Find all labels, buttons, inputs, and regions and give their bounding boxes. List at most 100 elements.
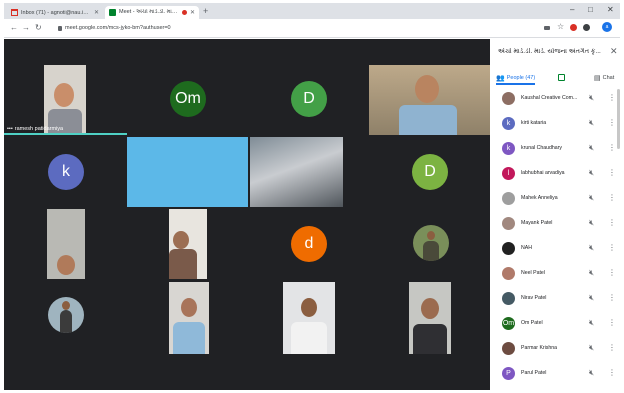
mic-off-icon[interactable]: 🔇︎	[589, 318, 594, 328]
list-item[interactable]: Mayank Patel 🔇︎ ⋮	[490, 212, 620, 237]
maximize-icon[interactable]: □	[588, 5, 593, 14]
participant-body	[423, 241, 439, 261]
list-item[interactable]: Neel Patel 🔇︎ ⋮	[490, 262, 620, 287]
video-tile[interactable]	[127, 282, 248, 354]
active-tab-underline	[496, 83, 536, 85]
video-tile[interactable]	[369, 282, 490, 354]
tab-strip: Inbox (71) - agnoti@nau.in - Ko ✕ Meet -…	[4, 3, 620, 19]
more-options-icon[interactable]: ⋮	[608, 193, 616, 202]
tab-meet[interactable]: Meet - એચો માર્ડ.ડી. માર્ડ. ય ✕	[105, 6, 199, 19]
close-tab-icon[interactable]: ✕	[190, 9, 195, 16]
profile-avatar[interactable]: a	[602, 22, 612, 32]
tab-chat[interactable]: ▤ Chat	[594, 71, 614, 84]
video-tile[interactable]	[248, 137, 369, 207]
participant-face	[173, 231, 189, 249]
more-options-icon[interactable]: ⋮	[608, 168, 616, 177]
participant-avatar: D	[412, 154, 448, 190]
video-tile[interactable]: D	[369, 137, 490, 207]
video-tile[interactable]	[248, 282, 369, 354]
mic-off-icon[interactable]: 🔇︎	[589, 368, 594, 378]
tab-title: Inbox (71) - agnoti@nau.in - Ko	[21, 9, 91, 16]
participant-avatar: k	[48, 154, 84, 190]
list-item[interactable]: k krunal Chaudhary 🔇︎ ⋮	[490, 137, 620, 162]
video-frame	[369, 65, 490, 135]
more-options-icon[interactable]: ⋮	[608, 93, 616, 102]
close-window-icon[interactable]: ✕	[607, 5, 614, 14]
video-tile[interactable]: D	[248, 65, 369, 135]
mic-off-icon[interactable]: 🔇︎	[589, 93, 594, 103]
more-options-icon[interactable]: ⋮	[608, 218, 616, 227]
video-tile[interactable]: d	[248, 209, 369, 279]
list-item[interactable]: k kirti kataria 🔇︎ ⋮	[490, 112, 620, 137]
more-options-icon[interactable]: ⋮	[608, 118, 616, 127]
more-options-icon[interactable]: ⋮	[608, 343, 616, 352]
list-item[interactable]: Parmar Krishna 🔇︎ ⋮	[490, 337, 620, 362]
participant-name: labhubhai arvadiya	[521, 170, 565, 176]
video-tile[interactable]	[369, 209, 490, 279]
reload-icon[interactable]: ↻	[35, 23, 42, 32]
browser-toolbar: ← → ↻ meet.google.com/mcs-jyko-bm?authus…	[4, 19, 620, 38]
video-tile[interactable]	[369, 65, 490, 135]
close-icon[interactable]: ✕	[610, 46, 618, 57]
more-options-icon[interactable]: ⋮	[608, 143, 616, 152]
participant-face	[57, 255, 75, 275]
back-icon[interactable]: ←	[10, 23, 18, 32]
participant-name: kirti kataria	[521, 120, 547, 126]
tab-people[interactable]: 👥 People (47)	[496, 71, 536, 85]
forward-icon[interactable]: →	[22, 23, 30, 32]
list-item[interactable]: Mahek Anneliya 🔇︎ ⋮	[490, 187, 620, 212]
participant-face	[427, 231, 435, 240]
list-item[interactable]: NAH 🔇︎ ⋮	[490, 237, 620, 262]
mic-off-icon[interactable]: 🔇︎	[589, 143, 594, 153]
mic-off-icon[interactable]: 🔇︎	[589, 218, 594, 228]
mic-off-icon[interactable]: 🔇︎	[589, 168, 594, 178]
list-item[interactable]: Om Om Patel 🔇︎ ⋮	[490, 312, 620, 337]
list-item[interactable]: l labhubhai arvadiya 🔇︎ ⋮	[490, 162, 620, 187]
participant-avatar	[502, 92, 515, 105]
participant-avatar	[502, 292, 515, 305]
list-item[interactable]: Nirav Patel 🔇︎ ⋮	[490, 287, 620, 312]
video-tile[interactable]: ••• ramesh patidarmiya	[4, 65, 127, 135]
more-options-icon[interactable]: ⋮	[608, 268, 616, 277]
minimize-icon[interactable]: –	[570, 5, 574, 14]
more-options-icon[interactable]: ⋮	[608, 368, 616, 377]
video-tile[interactable]: k	[4, 137, 127, 207]
puzzle-icon[interactable]	[583, 24, 590, 31]
new-tab-button[interactable]: +	[203, 6, 208, 16]
key-icon[interactable]	[544, 26, 550, 30]
participant-avatar: Om	[170, 81, 206, 117]
close-tab-icon[interactable]: ✕	[94, 9, 99, 16]
list-item[interactable]: P Parul Patel 🔇︎ ⋮	[490, 362, 620, 387]
address-bar[interactable]: meet.google.com/mcs-jyko-bm?authuser=0	[52, 22, 530, 34]
more-options-icon[interactable]: ⋮	[608, 293, 616, 302]
extension-icon[interactable]	[570, 24, 577, 31]
video-tile[interactable]	[4, 282, 127, 354]
participant-name: Kaushal Creative Com...	[521, 95, 578, 101]
tab-activities[interactable]	[558, 71, 565, 84]
mic-off-icon[interactable]: 🔇︎	[589, 193, 594, 203]
meeting-stage: ••• ramesh patidarmiya Om D k D d	[4, 39, 490, 390]
tab-gmail[interactable]: Inbox (71) - agnoti@nau.in - Ko ✕	[7, 6, 103, 19]
more-options-icon[interactable]: ⋮	[608, 243, 616, 252]
more-options-icon[interactable]: ⋮	[608, 318, 616, 327]
mic-off-icon[interactable]: 🔇︎	[589, 118, 594, 128]
people-tab-label: People (47)	[506, 74, 536, 81]
video-tile[interactable]	[127, 209, 248, 279]
browser-window: Inbox (71) - agnoti@nau.in - Ko ✕ Meet -…	[4, 3, 620, 390]
video-tile[interactable]	[127, 137, 248, 207]
video-tile[interactable]	[4, 209, 127, 279]
mic-off-icon[interactable]: 🔇︎	[589, 243, 594, 253]
participant-avatar	[502, 342, 515, 355]
mic-off-icon[interactable]: 🔇︎	[589, 343, 594, 353]
participant-avatar	[502, 217, 515, 230]
list-item[interactable]: Kaushal Creative Com... 🔇︎ ⋮	[490, 87, 620, 112]
participant-name-label: ••• ramesh patidarmiya	[7, 126, 64, 132]
participant-avatar	[502, 192, 515, 205]
video-tile[interactable]: Om	[127, 65, 248, 135]
mic-off-icon[interactable]: 🔇︎	[589, 268, 594, 278]
star-icon[interactable]: ☆	[557, 22, 564, 31]
participant-body	[169, 249, 197, 279]
mic-off-icon[interactable]: 🔇︎	[589, 293, 594, 303]
video-frame	[169, 282, 209, 354]
scrollbar[interactable]	[617, 89, 620, 149]
